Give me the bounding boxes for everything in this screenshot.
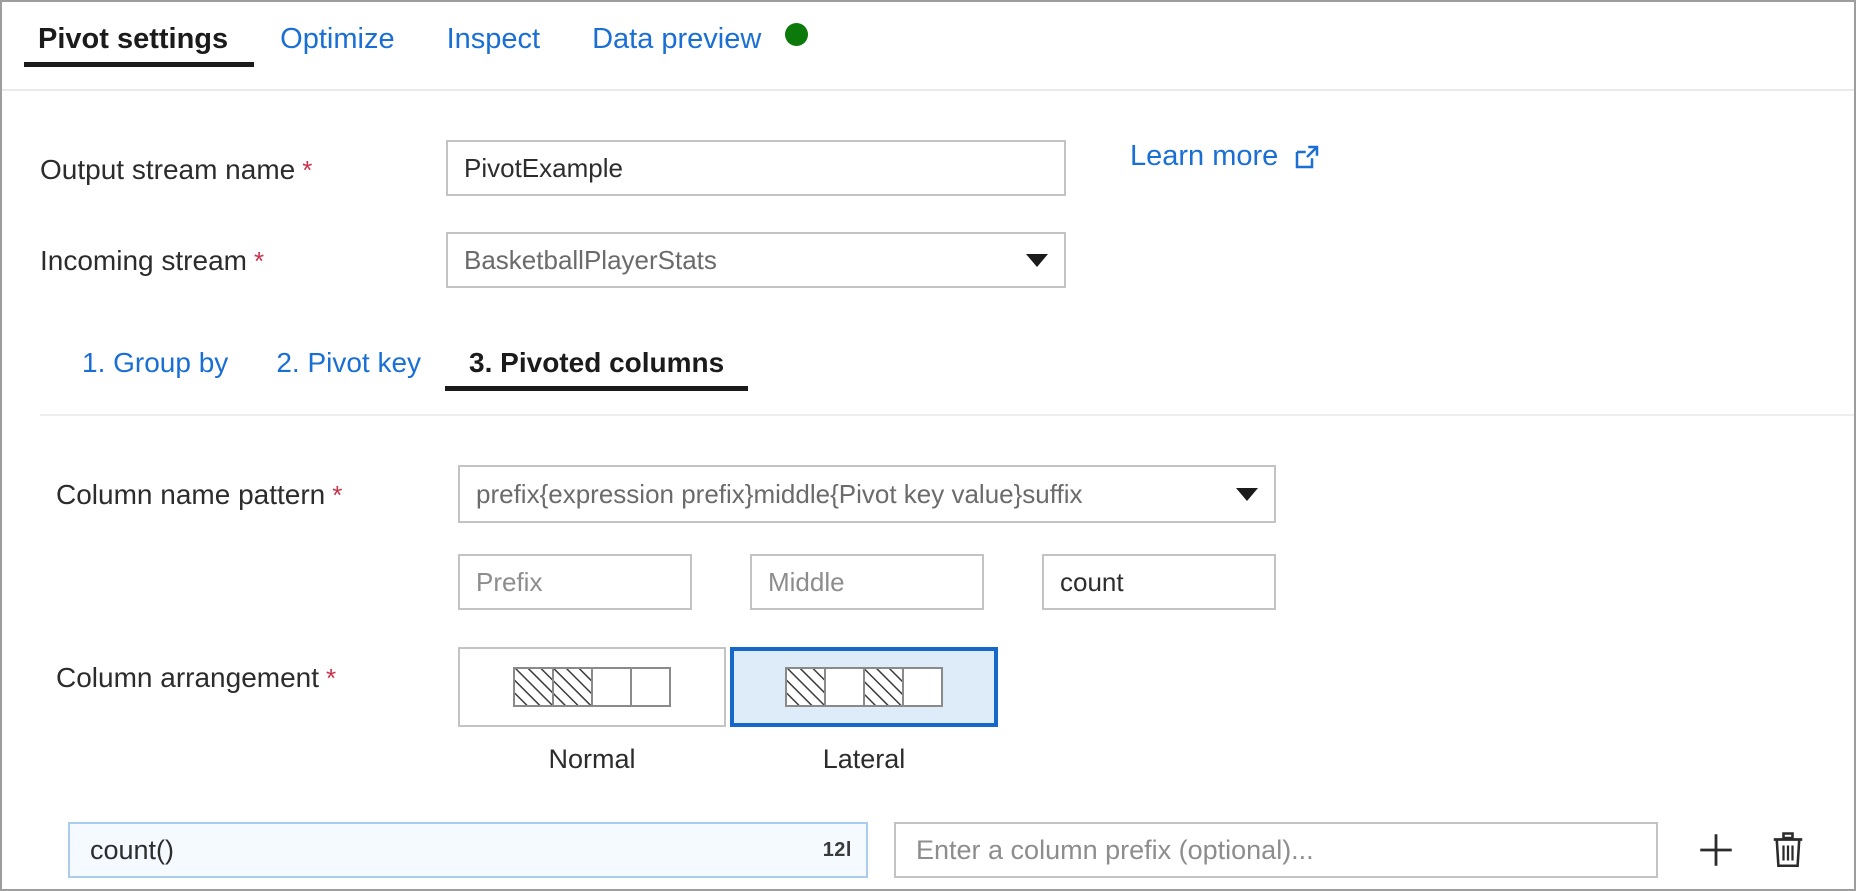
tab-pivot-settings[interactable]: Pivot settings bbox=[24, 18, 254, 80]
subtab-pivoted-columns[interactable]: 3. Pivoted columns bbox=[445, 342, 748, 401]
prefix-placeholder: Prefix bbox=[476, 567, 542, 598]
suffix-input[interactable]: count bbox=[1042, 554, 1276, 610]
arrangement-lateral-icon bbox=[785, 667, 943, 707]
required-asterisk: * bbox=[326, 663, 336, 693]
suffix-value: count bbox=[1060, 567, 1124, 598]
column-prefix-placeholder: Enter a column prefix (optional)... bbox=[916, 835, 1314, 866]
tab-data-preview[interactable]: Data preview bbox=[566, 18, 834, 80]
delete-column-button[interactable] bbox=[1764, 826, 1812, 874]
external-link-icon bbox=[1292, 142, 1322, 172]
expression-value: count() bbox=[90, 835, 174, 866]
main-tab-strip: Pivot settings Optimize Inspect Data pre… bbox=[2, 2, 1854, 90]
subtab-pivoted-columns-label: 3. Pivoted columns bbox=[469, 347, 724, 378]
plus-icon bbox=[1695, 829, 1737, 871]
incoming-stream-value: BasketballPlayerStats bbox=[464, 245, 717, 276]
prefix-input[interactable]: Prefix bbox=[458, 554, 692, 610]
output-stream-name-value: PivotExample bbox=[464, 153, 623, 184]
column-name-pattern-value: prefix{expression prefix}middle{Pivot ke… bbox=[476, 479, 1083, 510]
subtab-pivot-key[interactable]: 2. Pivot key bbox=[252, 342, 445, 401]
tab-inspect[interactable]: Inspect bbox=[421, 18, 567, 80]
subtab-group-by-label: 1. Group by bbox=[82, 347, 228, 378]
expression-input[interactable]: count() 12l bbox=[68, 822, 868, 878]
add-column-button[interactable] bbox=[1692, 826, 1740, 874]
pivot-settings-panel: Pivot settings Optimize Inspect Data pre… bbox=[0, 0, 1856, 891]
data-type-badge: 12l bbox=[823, 839, 852, 862]
arrangement-option-lateral[interactable] bbox=[730, 647, 998, 727]
tab-inspect-label: Inspect bbox=[447, 23, 541, 55]
learn-more-label: Learn more bbox=[1130, 140, 1278, 173]
green-status-dot-icon bbox=[785, 23, 808, 46]
tab-pivot-settings-label: Pivot settings bbox=[38, 23, 228, 55]
required-asterisk: * bbox=[254, 246, 264, 276]
main-tabs: Pivot settings Optimize Inspect Data pre… bbox=[24, 18, 834, 80]
incoming-stream-dropdown[interactable]: BasketballPlayerStats bbox=[446, 232, 1066, 288]
chevron-down-icon bbox=[1236, 488, 1258, 501]
subtab-pivot-key-label: 2. Pivot key bbox=[276, 347, 421, 378]
required-asterisk: * bbox=[332, 480, 342, 510]
arrangement-normal-icon bbox=[513, 667, 671, 707]
arrangement-normal-caption: Normal bbox=[458, 744, 726, 775]
column-arrangement-label: Column arrangement* bbox=[56, 662, 336, 694]
trash-icon bbox=[1770, 830, 1806, 870]
output-stream-name-label: Output stream name* bbox=[40, 154, 312, 186]
middle-placeholder: Middle bbox=[768, 567, 845, 598]
subtab-group-by[interactable]: 1. Group by bbox=[64, 342, 252, 401]
tab-optimize-label: Optimize bbox=[280, 23, 394, 55]
sub-tab-divider bbox=[40, 414, 1854, 416]
pivot-sub-tabs: 1. Group by 2. Pivot key 3. Pivoted colu… bbox=[64, 342, 748, 401]
tab-data-preview-label: Data preview bbox=[592, 23, 761, 55]
arrangement-option-normal[interactable] bbox=[458, 647, 726, 727]
tab-optimize[interactable]: Optimize bbox=[254, 18, 420, 80]
incoming-stream-label: Incoming stream* bbox=[40, 245, 264, 277]
column-name-pattern-dropdown[interactable]: prefix{expression prefix}middle{Pivot ke… bbox=[458, 465, 1276, 523]
required-asterisk: * bbox=[302, 155, 312, 185]
column-prefix-input[interactable]: Enter a column prefix (optional)... bbox=[894, 822, 1658, 878]
chevron-down-icon bbox=[1026, 254, 1048, 267]
learn-more-link[interactable]: Learn more bbox=[1130, 140, 1322, 173]
arrangement-lateral-caption: Lateral bbox=[730, 744, 998, 775]
output-stream-name-input[interactable]: PivotExample bbox=[446, 140, 1066, 196]
middle-input[interactable]: Middle bbox=[750, 554, 984, 610]
tab-strip-divider bbox=[2, 89, 1854, 91]
column-name-pattern-label: Column name pattern* bbox=[56, 479, 342, 511]
